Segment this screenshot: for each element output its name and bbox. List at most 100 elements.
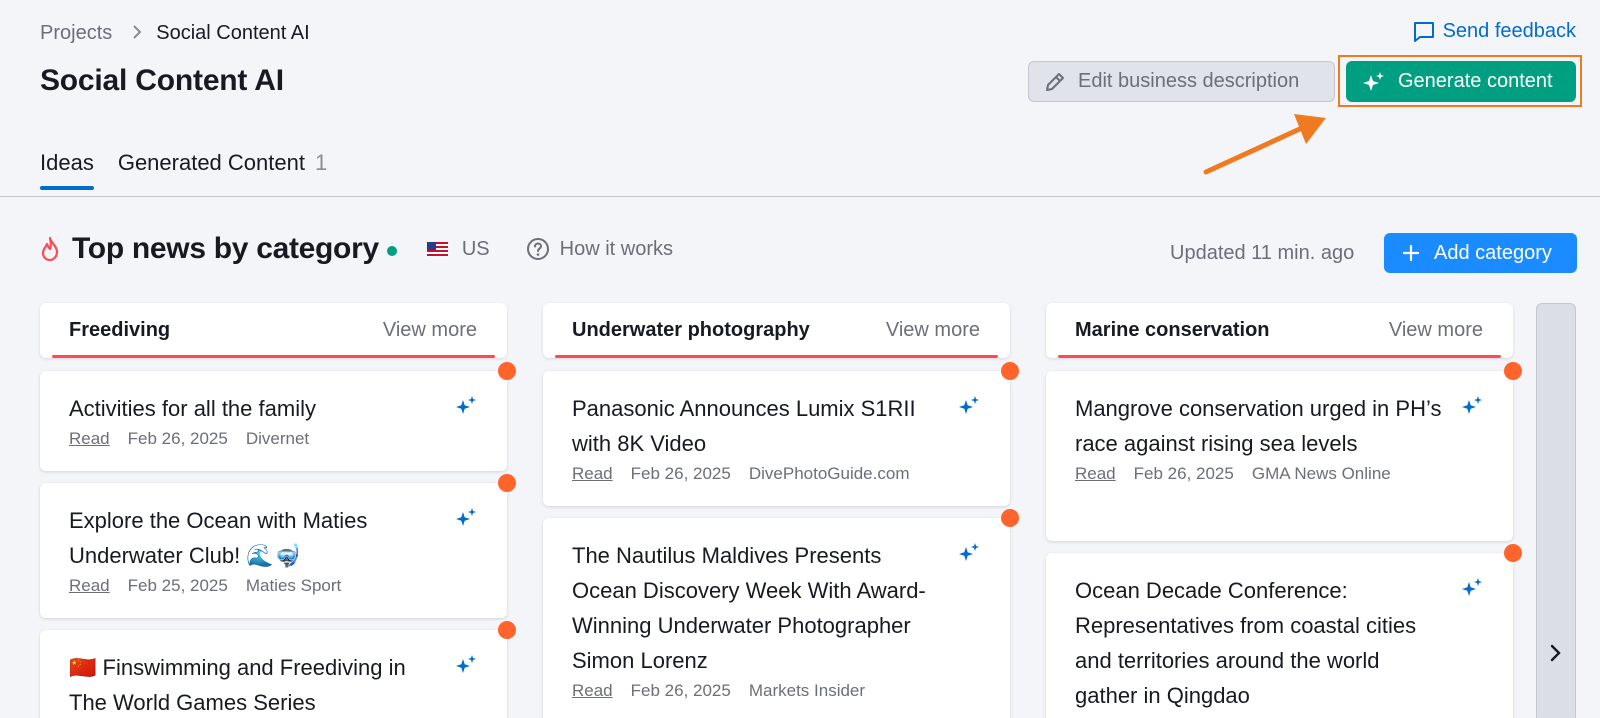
new-indicator-dot: [498, 621, 516, 639]
category-title: Marine conservation: [1075, 319, 1270, 341]
view-more-link[interactable]: View more: [383, 319, 477, 342]
country-selector[interactable]: US: [426, 237, 490, 261]
updated-timestamp: Updated 11 min. ago: [1170, 242, 1355, 264]
news-date: Feb 25, 2025: [127, 576, 228, 595]
sparkle-icon[interactable]: [1461, 577, 1483, 599]
sparkle-icon[interactable]: [958, 542, 980, 564]
news-title: Activities for all the family: [69, 396, 316, 421]
sparkle-icon[interactable]: [455, 395, 477, 417]
news-card[interactable]: Ocean Decade Conference: Representatives…: [1046, 544, 1522, 718]
section-title: Top news by category: [72, 232, 379, 265]
news-meta: Read Feb 25, 2025 Maties Sport: [69, 576, 437, 596]
send-feedback-label: Send feedback: [1442, 20, 1576, 42]
news-card[interactable]: Activities for all the family Read Feb 2…: [40, 362, 516, 471]
new-indicator-dot: [498, 362, 516, 380]
news-card[interactable]: Panasonic Announces Lumix S1RII with 8K …: [543, 362, 1019, 506]
news-source: Markets Insider: [748, 681, 866, 700]
read-link[interactable]: Read: [69, 429, 110, 449]
tab-count-badge: 1: [314, 150, 328, 175]
read-link[interactable]: Read: [1075, 464, 1116, 484]
generate-content-label: Generate content: [1398, 70, 1553, 92]
read-link[interactable]: Read: [572, 464, 613, 484]
country-label: US: [461, 237, 490, 260]
news-source: DivePhotoGuide.com: [748, 464, 910, 483]
sparkle-icon: [1363, 71, 1384, 91]
news-source: Maties Sport: [245, 576, 342, 595]
news-card[interactable]: The Nautilus Maldives Presents Ocean Dis…: [543, 509, 1019, 718]
annotation-arrow-icon: [1203, 114, 1326, 175]
category-underline: [52, 355, 495, 358]
breadcrumb-projects-link[interactable]: Projects: [40, 22, 112, 45]
section-header: Top news by category US How it works: [38, 232, 673, 266]
send-feedback-link[interactable]: Send feedback: [1413, 20, 1576, 43]
breadcrumb-current: Social Content AI: [156, 22, 310, 44]
news-meta: Read Feb 26, 2025 GMA News Online: [1075, 464, 1443, 484]
breadcrumb: Projects Social Content AI: [40, 22, 310, 45]
us-flag-icon: [426, 241, 448, 257]
category-column-freediving: Freediving View more Activities for all …: [40, 303, 516, 718]
sparkle-icon[interactable]: [455, 654, 477, 676]
news-date: Feb 26, 2025: [1133, 464, 1234, 483]
category-title: Freediving: [69, 319, 171, 341]
tabs: Ideas Generated Content 1: [40, 150, 351, 190]
live-status-dot: [386, 246, 397, 256]
category-header: Freediving View more: [40, 303, 507, 358]
tab-ideas[interactable]: Ideas: [40, 150, 94, 190]
category-title: Underwater photography: [572, 319, 810, 341]
news-card[interactable]: Explore the Ocean with Maties Underwater…: [40, 474, 516, 618]
news-card[interactable]: Mangrove conservation urged in PH’s race…: [1046, 362, 1522, 541]
news-date: Feb 26, 2025: [630, 681, 731, 700]
news-date: Feb 26, 2025: [127, 429, 228, 448]
news-title: Panasonic Announces Lumix S1RII with 8K …: [572, 396, 916, 456]
news-title: Explore the Ocean with Maties Underwater…: [69, 508, 368, 568]
question-circle-icon: [526, 238, 549, 260]
feedback-icon: [1413, 21, 1434, 42]
read-link[interactable]: Read: [69, 576, 110, 596]
news-source: GMA News Online: [1251, 464, 1391, 483]
news-meta: Read Feb 26, 2025 DivePhotoGuide.com: [572, 464, 940, 484]
new-indicator-dot: [1504, 544, 1522, 562]
category-column-underwater-photography: Underwater photography View more Panason…: [543, 303, 1019, 718]
news-meta: Read Feb 26, 2025 Divernet: [69, 429, 437, 449]
sparkle-icon[interactable]: [958, 395, 980, 417]
generate-content-button[interactable]: Generate content: [1346, 61, 1576, 102]
scroll-next-button[interactable]: [1536, 303, 1576, 718]
sparkle-icon[interactable]: [1461, 395, 1483, 417]
chevron-right-icon: [132, 22, 142, 45]
edit-business-description-label: Edit business description: [1078, 70, 1300, 92]
category-column-marine-conservation: Marine conservation View more Mangrove c…: [1046, 303, 1522, 718]
new-indicator-dot: [1504, 362, 1522, 380]
how-it-works-label: How it works: [559, 237, 674, 260]
chevron-right-icon: [1550, 644, 1561, 662]
tab-generated-content[interactable]: Generated Content 1: [118, 150, 327, 189]
edit-business-description-button[interactable]: Edit business description: [1028, 61, 1335, 102]
pencil-icon: [1046, 72, 1064, 91]
tab-ideas-label: Ideas: [40, 150, 94, 175]
news-title: Mangrove conservation urged in PH’s race…: [1075, 396, 1442, 456]
category-header: Marine conservation View more: [1046, 303, 1513, 358]
flame-icon: [41, 236, 59, 262]
category-header: Underwater photography View more: [543, 303, 1010, 358]
sparkle-icon[interactable]: [455, 507, 477, 529]
view-more-link[interactable]: View more: [1389, 319, 1483, 342]
new-indicator-dot: [498, 474, 516, 492]
page-title: Social Content AI: [40, 64, 284, 97]
category-underline: [1058, 355, 1501, 358]
news-source: Divernet: [245, 429, 310, 448]
news-card[interactable]: 🇨🇳 Finswimming and Freediving in The Wor…: [40, 621, 516, 718]
view-more-link[interactable]: View more: [886, 319, 980, 342]
category-underline: [555, 355, 998, 358]
news-title: 🇨🇳 Finswimming and Freediving in The Wor…: [69, 655, 406, 715]
add-category-button[interactable]: Add category: [1384, 233, 1577, 273]
new-indicator-dot: [1001, 509, 1019, 527]
read-link[interactable]: Read: [572, 681, 613, 701]
plus-icon: [1402, 244, 1420, 262]
news-title: Ocean Decade Conference: Representatives…: [1075, 578, 1417, 708]
tabs-divider: [0, 196, 1600, 197]
news-date: Feb 26, 2025: [630, 464, 731, 483]
news-meta: Read Feb 26, 2025 Markets Insider: [572, 681, 940, 701]
add-category-label: Add category: [1434, 241, 1552, 264]
how-it-works-link[interactable]: How it works: [526, 237, 673, 261]
news-title: The Nautilus Maldives Presents Ocean Dis…: [572, 543, 926, 673]
tab-generated-content-label: Generated Content: [117, 150, 305, 175]
